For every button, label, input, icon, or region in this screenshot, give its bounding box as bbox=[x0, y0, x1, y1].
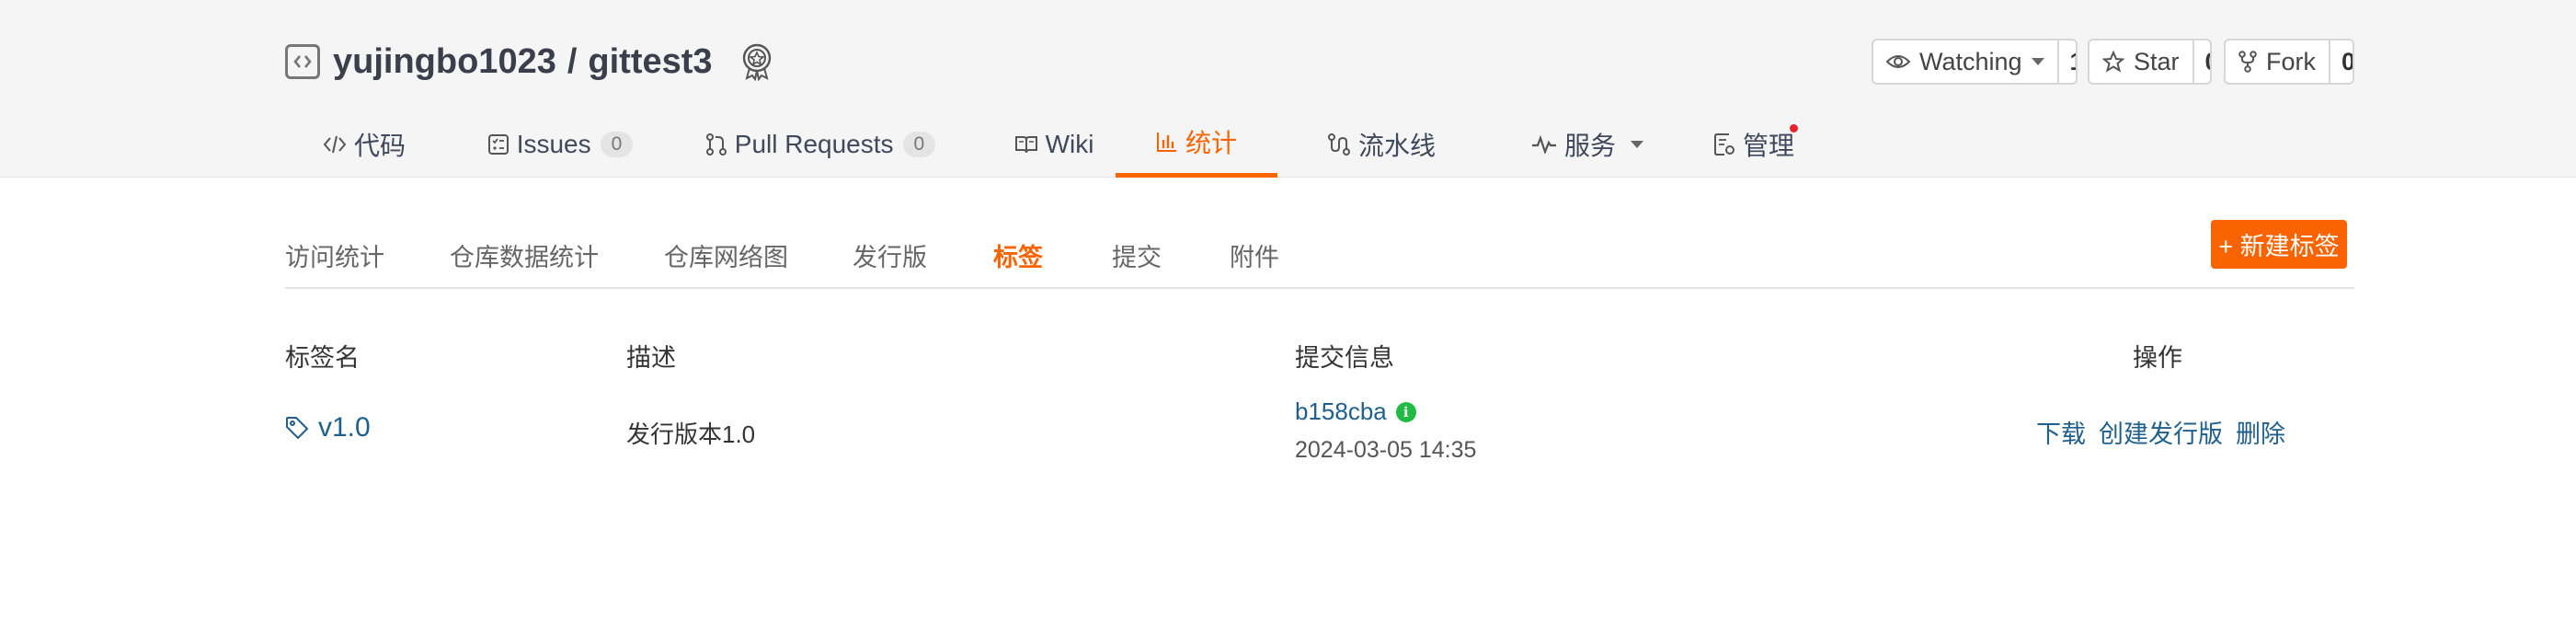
subtab-releases[interactable]: 发行版 bbox=[853, 237, 927, 273]
pull-request-icon bbox=[705, 132, 727, 156]
issues-count-badge: 0 bbox=[600, 131, 634, 157]
create-release-link[interactable]: 创建发行版 bbox=[2099, 414, 2223, 450]
column-header-tag-name: 标签名 bbox=[285, 344, 360, 372]
subtab-repo-data[interactable]: 仓库数据统计 bbox=[450, 237, 599, 273]
subtab-attachments[interactable]: 附件 bbox=[1230, 237, 1279, 273]
commit-hash-link[interactable]: b158cba bbox=[1295, 397, 1387, 426]
column-header-commit-info: 提交信息 bbox=[1295, 344, 1394, 372]
tab-manage-label: 管理 bbox=[1742, 131, 1794, 160]
fork-button-group: Fork 0 bbox=[2224, 39, 2354, 85]
commit-info: b158cba i 2024-03-05 14:35 bbox=[1295, 397, 1476, 464]
tab-stats-label: 统计 bbox=[1185, 129, 1237, 157]
star-count[interactable]: 0 bbox=[2192, 40, 2210, 83]
row-actions: 下载 创建发行版 删除 bbox=[2036, 414, 2285, 450]
watch-button[interactable]: Watching bbox=[1873, 40, 2057, 83]
repo-icon bbox=[285, 44, 320, 79]
tab-services[interactable]: 服务 bbox=[1503, 110, 1672, 178]
tab-pull-requests-label: Pull Requests bbox=[734, 129, 894, 158]
issues-icon bbox=[487, 133, 509, 155]
watch-label: Watching bbox=[1919, 47, 2022, 75]
pulse-icon bbox=[1531, 134, 1556, 154]
watch-button-group: Watching 1 bbox=[1872, 39, 2078, 85]
column-header-actions: 操作 bbox=[2133, 344, 2182, 372]
tab-issues[interactable]: Issues 0 bbox=[486, 110, 635, 178]
book-icon bbox=[1014, 135, 1037, 153]
subtab-visits[interactable]: 访问统计 bbox=[285, 237, 384, 273]
pull-requests-count-badge: 0 bbox=[902, 131, 936, 157]
repo-owner-link[interactable]: yujingbo1023 bbox=[333, 42, 556, 82]
repo-separator: / bbox=[567, 41, 578, 81]
subtab-commits[interactable]: 提交 bbox=[1112, 237, 1162, 273]
tab-manage[interactable]: 管理 bbox=[1700, 110, 1808, 178]
tab-issues-label: Issues bbox=[516, 129, 591, 158]
tab-code[interactable]: 代码 bbox=[320, 110, 408, 178]
tag-icon bbox=[286, 417, 309, 440]
notification-dot bbox=[1790, 124, 1798, 132]
tab-wiki-label: Wiki bbox=[1045, 129, 1094, 158]
tab-code-label: 代码 bbox=[353, 131, 406, 160]
new-tag-button[interactable]: + 新建标签 bbox=[2211, 220, 2347, 269]
commit-date: 2024-03-05 14:35 bbox=[1295, 437, 1477, 463]
eye-icon bbox=[1886, 55, 1910, 68]
star-icon bbox=[2102, 51, 2124, 73]
tab-wiki[interactable]: Wiki bbox=[998, 110, 1110, 178]
tab-pipeline-label: 流水线 bbox=[1357, 131, 1436, 160]
repo-title: yujingbo1023 / gittest3 bbox=[285, 35, 775, 88]
repo-name-link[interactable]: gittest3 bbox=[588, 42, 712, 82]
tab-pipeline[interactable]: 流水线 bbox=[1316, 110, 1447, 178]
star-button[interactable]: Star bbox=[2089, 40, 2192, 83]
download-link[interactable]: 下载 bbox=[2036, 414, 2086, 450]
table-row-tag: v1.0 bbox=[285, 412, 371, 443]
badge-icon[interactable] bbox=[738, 41, 775, 82]
chevron-down-icon bbox=[2031, 58, 2044, 65]
fork-icon bbox=[2238, 51, 2257, 73]
settings-doc-icon bbox=[1713, 132, 1735, 156]
tab-services-label: 服务 bbox=[1563, 131, 1616, 160]
code-icon bbox=[323, 135, 347, 153]
delete-link[interactable]: 删除 bbox=[2236, 414, 2285, 450]
tab-stats[interactable]: 统计 bbox=[1116, 110, 1277, 178]
pipeline-icon bbox=[1327, 132, 1350, 156]
watch-count[interactable]: 1 bbox=[2056, 40, 2076, 83]
tag-name-link[interactable]: v1.0 bbox=[318, 412, 371, 443]
tab-pull-requests[interactable]: Pull Requests 0 bbox=[703, 110, 938, 178]
tag-description: 发行版本1.0 bbox=[626, 420, 756, 448]
repo-nav: 代码 Issues 0 Pull Requests 0 Wiki 统计 流水线 … bbox=[287, 110, 1850, 178]
stats-subnav: 访问统计 仓库数据统计 仓库网络图 发行版 标签 提交 附件 bbox=[285, 228, 2354, 289]
star-label: Star bbox=[2134, 47, 2180, 75]
column-header-description: 描述 bbox=[626, 344, 676, 372]
info-icon[interactable]: i bbox=[1395, 401, 1416, 422]
subtab-network[interactable]: 仓库网络图 bbox=[664, 237, 788, 273]
fork-button[interactable]: Fork bbox=[2226, 40, 2329, 83]
fork-count[interactable]: 0 bbox=[2329, 40, 2353, 83]
fork-label: Fork bbox=[2266, 47, 2316, 75]
star-button-group: Star 0 bbox=[2088, 39, 2212, 85]
repo-header: yujingbo1023 / gittest3 Watching 1 bbox=[0, 0, 2576, 178]
chevron-down-icon bbox=[1631, 140, 1643, 148]
bar-chart-icon bbox=[1156, 132, 1176, 152]
subtab-tags[interactable]: 标签 bbox=[993, 237, 1043, 273]
